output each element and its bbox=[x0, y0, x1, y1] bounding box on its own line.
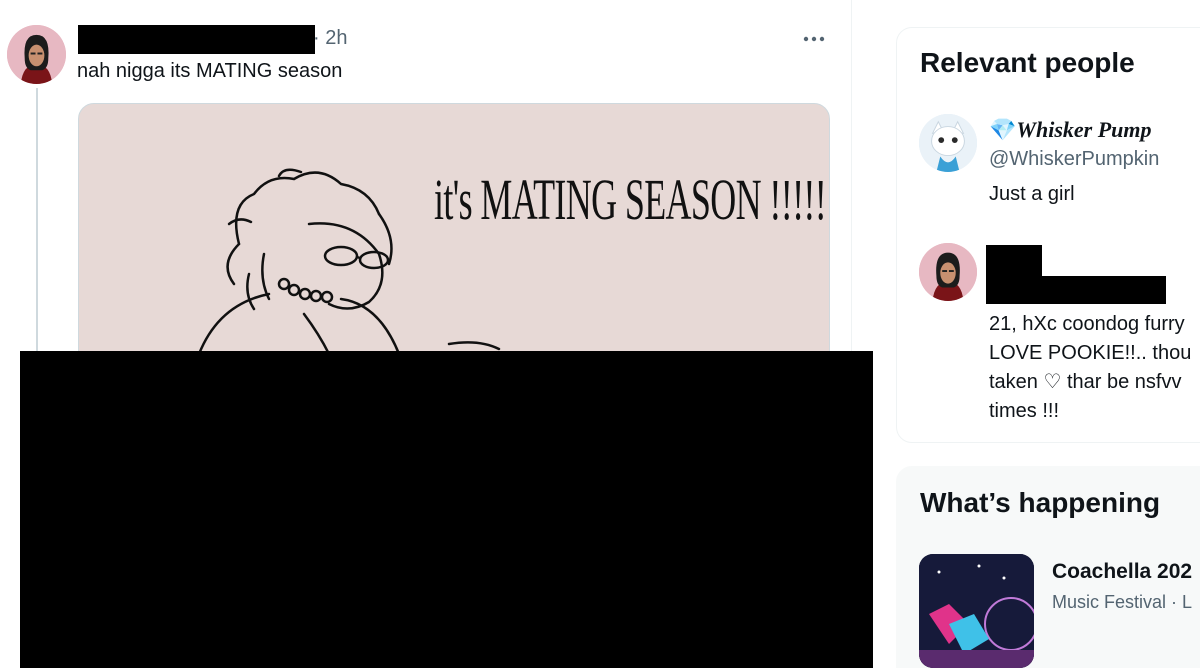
more-horizontal-icon bbox=[803, 36, 825, 42]
person-avatar-whiskerpumpkin[interactable] bbox=[919, 114, 977, 172]
media-caption: it's MATING SEASON !!!!! bbox=[434, 167, 827, 232]
redacted-block bbox=[20, 351, 873, 668]
tweet-text: nah nigga its MATING season bbox=[77, 60, 343, 82]
avatar-portrait-icon bbox=[7, 25, 66, 84]
relevant-people-title: Relevant people bbox=[920, 47, 1135, 78]
more-options-button[interactable] bbox=[798, 24, 830, 54]
person-bio-author: 21, hXc coondog furry LOVE POOKIE!!.. th… bbox=[989, 313, 1192, 422]
festival-image-icon bbox=[919, 554, 1034, 668]
whats-happening-title: What’s happening bbox=[920, 487, 1161, 518]
tweet-column: · 2h nah nigga its MATING season it's MA… bbox=[0, 0, 873, 668]
author-name-redacted bbox=[78, 25, 315, 54]
person-avatar-author[interactable] bbox=[919, 243, 977, 301]
person-handle-redacted bbox=[986, 276, 1166, 304]
trend-image[interactable] bbox=[919, 554, 1034, 668]
cat-avatar-icon bbox=[919, 114, 977, 172]
avatar-portrait-icon bbox=[919, 243, 977, 301]
person-name-redacted bbox=[986, 245, 1042, 277]
tweet-time[interactable]: · 2h bbox=[313, 27, 347, 50]
person-name-whiskerpumpkin[interactable]: 💎Whisker Pump bbox=[989, 117, 1152, 143]
gem-icon: 💎 bbox=[989, 117, 1017, 142]
person-handle-whiskerpumpkin[interactable]: @WhiskerPumpkin bbox=[989, 148, 1159, 171]
author-avatar[interactable] bbox=[7, 25, 66, 84]
person-bio-whiskerpumpkin: Just a girl bbox=[989, 183, 1075, 205]
trend-meta: Music Festival · L bbox=[1052, 592, 1193, 612]
trend-title[interactable]: Coachella 202 bbox=[1052, 560, 1192, 584]
